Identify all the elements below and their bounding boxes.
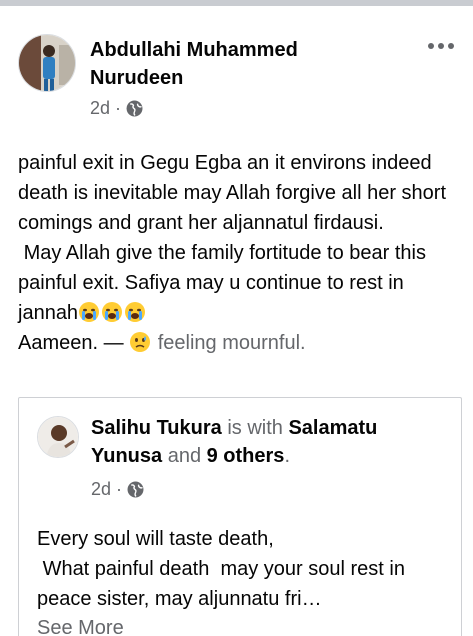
- feeling-text[interactable]: feeling mournful.: [158, 332, 306, 354]
- sad-but-relieved-emoji: [130, 332, 151, 352]
- globe-icon[interactable]: [126, 100, 143, 117]
- post-time[interactable]: 2d: [90, 98, 110, 119]
- meta-separator: ·: [115, 97, 122, 118]
- with-text: is with: [221, 417, 289, 439]
- post-meta: 2d ·: [90, 97, 143, 119]
- post-body: painful exit in Gegu Egba an it environs…: [18, 148, 458, 358]
- shared-post-header: Salihu Tukura is with Salamatu Yunusa an…: [91, 414, 451, 470]
- shared-post-text: Every soul will taste death, What painfu…: [37, 528, 405, 610]
- and-text: and: [162, 445, 207, 467]
- shared-meta-separator: ·: [116, 478, 123, 499]
- tagged-others[interactable]: 9 others: [207, 445, 285, 467]
- crying-face-emoji: [125, 302, 146, 322]
- crying-face-emoji: [79, 302, 100, 322]
- see-more-link[interactable]: See More: [37, 613, 124, 636]
- shared-post-meta: 2d ·: [91, 478, 144, 500]
- author-name[interactable]: Abdullahi Muhammed Nurudeen: [90, 36, 380, 92]
- post-body-line1: painful exit in Gegu Egba an it environs…: [18, 152, 452, 234]
- period-text: .: [284, 445, 290, 467]
- shared-author-avatar[interactable]: [37, 416, 79, 458]
- top-divider: [0, 0, 473, 6]
- post-body-line3: Aameen. —: [18, 332, 130, 354]
- globe-icon[interactable]: [127, 481, 144, 498]
- shared-author-name[interactable]: Salihu Tukura: [91, 417, 222, 439]
- author-avatar[interactable]: [18, 34, 76, 92]
- crying-face-emoji: [102, 302, 123, 322]
- shared-post-card[interactable]: Salihu Tukura is with Salamatu Yunusa an…: [18, 397, 462, 636]
- more-options-icon[interactable]: [421, 32, 461, 60]
- shared-post-time[interactable]: 2d: [91, 479, 111, 500]
